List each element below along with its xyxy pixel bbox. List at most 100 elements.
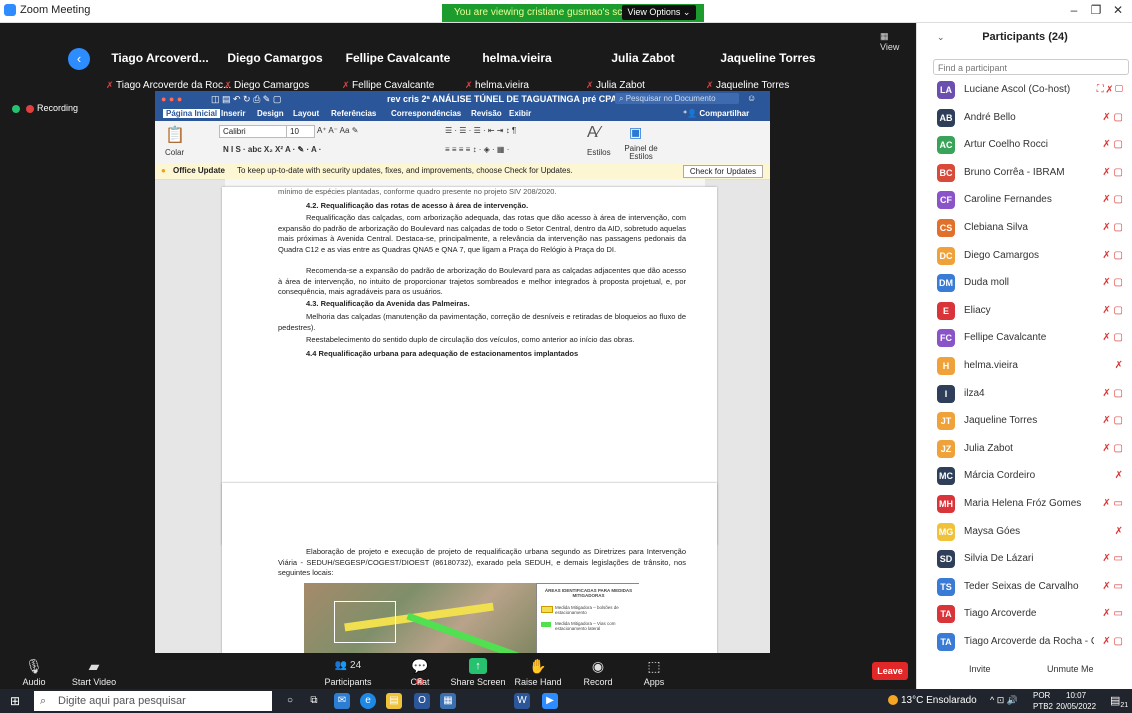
participant-row[interactable]: LA Luciane Ascol (Co-host) ⛶ ✗ ▢ <box>917 76 1132 104</box>
participant-row[interactable]: MG Maysa Góes ✗ <box>917 518 1132 546</box>
thumbnail-name[interactable]: Fellipe Cavalcante <box>333 51 463 65</box>
tab-home[interactable]: Página Inicial <box>163 109 221 118</box>
thumbnail-name[interactable]: helma.vieira <box>452 51 582 65</box>
share-banner-message: You are viewing cristiane gusmao's scree… <box>454 7 643 18</box>
participant-row[interactable]: TA Tiago Arcoverde da Rocha - C... ✗ ▢ <box>917 628 1132 656</box>
view-options-button[interactable]: View Options ⌄ <box>622 5 696 20</box>
participants-panel: ⌄ Participants (24) Find a participant L… <box>916 23 1132 689</box>
taskbar-search-input[interactable]: ⌕ Digite aqui para pesquisar <box>34 691 272 711</box>
edge-icon[interactable]: e <box>360 693 376 709</box>
muted-mic-icon: ✗ ▭ <box>1102 580 1123 592</box>
smiley-icon[interactable]: ☺ <box>747 93 756 103</box>
tab-review[interactable]: Revisão <box>471 109 502 118</box>
legend-item: Medida Mitigadora – bolsões de estaciona… <box>555 605 619 615</box>
meeting-area: ‹ Tiago Arcoverd... ✗ Tiago Arcoverde da… <box>0 23 916 655</box>
document-search-input[interactable]: ⌕ Pesquisar no Documento <box>615 93 739 104</box>
view-button[interactable]: ▦ View <box>880 31 899 52</box>
participant-row[interactable]: FC Fellipe Cavalcante ✗ ▢ <box>917 324 1132 352</box>
app-icon[interactable]: ▦ <box>440 693 456 709</box>
participant-name: Silvia De Lázari <box>964 553 1034 565</box>
participant-row[interactable]: AC Artur Coelho Rocci ✗ ▢ <box>917 131 1132 159</box>
participant-row[interactable]: MC Márcia Cordeiro ✗ <box>917 462 1132 490</box>
align-controls-icon[interactable]: ≡ ≡ ≡ ≡ ↕ · ◈ · ▦ · <box>445 145 509 154</box>
participant-row[interactable]: BC Bruno Corrêa - IBRAM ✗ ▢ <box>917 159 1132 187</box>
clipboard-icon[interactable]: 📋 <box>165 125 185 145</box>
share-button[interactable]: ⁺👤 Compartilhar <box>683 109 749 118</box>
close-icon[interactable]: ✕ <box>1108 3 1128 19</box>
participant-row[interactable]: AB André Bello ✗ ▢ <box>917 104 1132 132</box>
participant-row[interactable]: DM Duda moll ✗ ▢ <box>917 269 1132 297</box>
styles-icon[interactable]: A⁄ <box>587 124 600 142</box>
list-controls-icon[interactable]: ☰ · ☰ · ☰ · ⇤ ⇥ ↕ ¶ <box>445 126 516 135</box>
participant-name: Julia Zabot <box>964 442 1013 454</box>
participants-button[interactable]: 👥 24 Participants <box>318 658 378 687</box>
clock[interactable]: 10:07 20/05/2022 <box>1056 690 1096 712</box>
participant-row[interactable]: JZ Julia Zabot ✗ ▢ <box>917 435 1132 463</box>
tab-view[interactable]: Exibir <box>509 109 531 118</box>
invite-button[interactable]: Invite <box>969 664 991 674</box>
tab-insert[interactable]: Inserir <box>221 109 245 118</box>
tab-references[interactable]: Referências <box>331 109 376 118</box>
participant-row[interactable]: Hhelma.vieira ✗ <box>917 352 1132 380</box>
thumbnail-name[interactable]: Diego Camargos <box>210 51 340 65</box>
language-indicator[interactable]: POR PTB2 <box>1033 690 1053 712</box>
participant-row[interactable]: Iilza4 ✗ ▢ <box>917 380 1132 408</box>
share-screen-button[interactable]: ↑ Share Screen <box>448 658 508 687</box>
unmute-me-button[interactable]: Unmute Me <box>1047 664 1094 674</box>
thumbnail-name[interactable]: Julia Zabot <box>578 51 708 65</box>
thumbnail-name[interactable]: Jaqueline Torres <box>703 51 833 65</box>
participant-row[interactable]: CS Clebiana Silva ✗ ▢ <box>917 214 1132 242</box>
format-controls-icon[interactable]: N I S · abc X₂ X² A · ✎ · A · <box>223 145 321 154</box>
check-updates-button[interactable]: Check for Updates <box>683 165 763 178</box>
participant-row[interactable]: JT Jaqueline Torres ✗ ▢ <box>917 407 1132 435</box>
weather-widget[interactable]: 13°C Ensolarado <box>888 695 977 706</box>
taskbar-search-placeholder: Digite aqui para pesquisar <box>58 695 186 707</box>
traffic-lights-icon[interactable]: ● ● ● <box>161 94 182 104</box>
notification-icon[interactable]: ▤21 <box>1110 694 1128 709</box>
tab-mailings[interactable]: Correspondências <box>391 109 461 118</box>
apps-button[interactable]: ⬚ Apps <box>624 658 684 687</box>
find-participant-input[interactable]: Find a participant <box>933 59 1129 75</box>
start-video-button[interactable]: ▰ Start Video <box>64 658 124 687</box>
audio-button[interactable]: 🎙 Audio <box>4 658 64 687</box>
chat-button[interactable]: 💬2 Chat <box>390 658 450 687</box>
legend-title: ÁREAS IDENTIFICADAS PARA MEDIDAS MITIGAD… <box>544 588 633 598</box>
raise-hand-button[interactable]: ✋ Raise Hand <box>508 658 568 687</box>
word-icon[interactable]: W <box>514 693 530 709</box>
outlook-icon[interactable]: O <box>414 693 430 709</box>
explorer-icon[interactable]: ▤ <box>386 693 402 709</box>
paste-label: Colar <box>165 148 185 157</box>
recording-indicator[interactable]: Recording <box>26 103 78 113</box>
leave-button[interactable]: Leave <box>872 662 908 680</box>
participant-name: Bruno Corrêa - IBRAM <box>964 166 1065 178</box>
tab-layout[interactable]: Layout <box>293 109 319 118</box>
participant-row[interactable]: MH Maria Helena Fróz Gomes ✗ ▭ <box>917 490 1132 518</box>
participant-row[interactable]: TA Tiago Arcoverde ✗ ▭ <box>917 600 1132 628</box>
restore-icon[interactable]: ❐ <box>1086 3 1106 19</box>
previous-page-button[interactable]: ‹ <box>68 48 90 70</box>
windows-start-icon[interactable]: ⊞ <box>10 694 24 708</box>
participant-row[interactable]: E Eliacy ✗ ▢ <box>917 297 1132 325</box>
minimize-icon[interactable]: – <box>1064 3 1084 19</box>
task-view-icon[interactable]: ⧉ <box>306 693 322 709</box>
paragraph: Elaboração de projeto e execução de proj… <box>278 547 686 577</box>
quick-access-icon[interactable]: ◫ ▤ ↶ ↻ ⎙ ✎ ▢ <box>211 94 281 105</box>
participant-row[interactable]: CF Caroline Fernandes ✗ ▢ <box>917 186 1132 214</box>
tab-design[interactable]: Design <box>257 109 284 118</box>
thumbnail-name[interactable]: Tiago Arcoverd... <box>95 51 225 65</box>
mail-icon[interactable]: ✉ <box>334 693 350 709</box>
participant-row[interactable]: TS Teder Seixas de Carvalho ✗ ▭ <box>917 573 1132 601</box>
record-button[interactable]: ◉ Record <box>568 658 628 687</box>
font-size-select[interactable]: 10 <box>286 125 315 138</box>
font-size-controls-icon[interactable]: A⁺ A⁻ Aa ✎ <box>317 126 358 135</box>
participant-row[interactable]: DC Diego Camargos ✗ ▢ <box>917 242 1132 270</box>
language-code: POR <box>1033 691 1051 700</box>
styles-pane-icon[interactable]: ▣ <box>629 124 642 141</box>
participant-row[interactable]: SD Silvia De Lázari ✗ ▭ <box>917 545 1132 573</box>
zoom-icon[interactable]: ▶ <box>542 693 558 709</box>
muted-mic-icon: ✗ ▢ <box>1102 277 1123 289</box>
font-name-select[interactable]: Calibri <box>219 125 288 138</box>
chat-icon: 💬2 <box>411 658 429 685</box>
cortana-icon[interactable]: ○ <box>282 693 298 709</box>
system-tray-icons[interactable]: ^ ⊡ 🔊 <box>990 695 1018 706</box>
